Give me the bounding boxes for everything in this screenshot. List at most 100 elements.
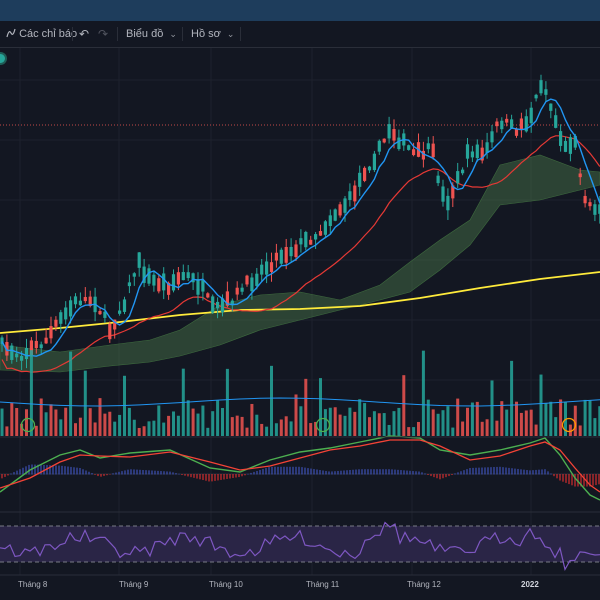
- macd-hist-bar: [226, 474, 228, 479]
- macd-hist-bar: [139, 469, 141, 475]
- candle-body: [568, 137, 572, 154]
- volume-bar: [461, 421, 465, 436]
- volume-bar: [372, 411, 376, 436]
- candle-body: [152, 274, 156, 286]
- undo-button[interactable]: ↶: [79, 21, 89, 47]
- volume-bar: [29, 350, 33, 436]
- macd-hist-bar: [61, 465, 63, 475]
- macd-hist-bar: [55, 465, 57, 475]
- volume-bar: [69, 351, 73, 436]
- candle-body: [500, 120, 504, 130]
- volume-bar: [568, 424, 572, 436]
- macd-hist-bar: [67, 466, 69, 475]
- macd-hist-bar: [445, 474, 447, 478]
- volume-bar: [167, 415, 171, 436]
- candle-body: [544, 89, 548, 95]
- macd-hist-bar: [271, 466, 273, 475]
- macd-hist-bar: [100, 474, 102, 477]
- volume-bar: [225, 368, 229, 436]
- volume-bar: [230, 417, 234, 436]
- chart-canvas[interactable]: [0, 48, 600, 580]
- volume-bar: [83, 370, 87, 436]
- macd-hist-bar: [343, 470, 345, 475]
- macd-hist-bar: [124, 470, 126, 475]
- volume-bar: [147, 421, 151, 436]
- macd-hist-bar: [118, 471, 120, 475]
- macd-hist-bar: [436, 474, 438, 479]
- layout-menu-button[interactable]: Hồ sơ ⌄: [191, 21, 234, 47]
- candle-body: [377, 140, 381, 152]
- macd-hist-bar: [460, 471, 462, 475]
- volume-bar: [299, 406, 303, 436]
- x-axis-label: 2022: [521, 580, 539, 589]
- macd-hist-bar: [475, 467, 477, 475]
- macd-hist-bar: [142, 469, 144, 475]
- candle-body: [54, 319, 58, 327]
- candle-body: [34, 340, 38, 349]
- candle-body: [559, 131, 563, 146]
- candle-body: [441, 186, 445, 202]
- macd-hist-bar: [418, 471, 420, 475]
- candle-body: [534, 94, 538, 99]
- macd-histogram: [1, 464, 600, 487]
- candle-body: [118, 310, 122, 314]
- macd-hist-bar: [337, 470, 339, 475]
- macd-hist-bar: [346, 470, 348, 475]
- macd-hist-bar: [178, 473, 180, 475]
- chart-menu-button[interactable]: Biểu đồ ⌄: [126, 21, 177, 47]
- macd-hist-bar: [106, 474, 108, 476]
- x-axis-label: Tháng 8: [18, 580, 48, 589]
- volume-bar: [456, 398, 460, 436]
- macd-hist-bar: [172, 472, 174, 475]
- candle-body: [83, 297, 87, 302]
- candle-body: [490, 131, 494, 143]
- macd-hist-bar: [160, 471, 162, 475]
- candle-body: [363, 167, 367, 181]
- macd-hist-bar: [487, 467, 489, 475]
- volume-bar: [206, 427, 210, 436]
- volume-bar: [431, 409, 435, 436]
- candle-body: [147, 268, 151, 284]
- candle-body: [328, 215, 332, 227]
- candle-body: [505, 118, 509, 123]
- macd-hist-bar: [382, 469, 384, 475]
- x-axis-label: Tháng 11: [306, 580, 340, 589]
- macd-hist-bar: [472, 467, 474, 475]
- macd-hist-bar: [235, 474, 237, 478]
- candle-body: [348, 191, 352, 200]
- macd-hist-bar: [151, 470, 153, 475]
- volume-bar: [397, 407, 401, 436]
- candle-body: [446, 195, 450, 211]
- candle-body: [323, 221, 327, 235]
- candle-body: [495, 121, 499, 127]
- redo-button[interactable]: ↷: [98, 21, 108, 47]
- candle-body: [201, 280, 205, 292]
- candle-body: [367, 166, 372, 171]
- macd-hist-bar: [76, 467, 78, 475]
- macd-hist-bar: [421, 472, 423, 475]
- macd-hist-bar: [58, 465, 60, 475]
- macd-hist-bar: [91, 473, 93, 475]
- macd-hist-bar: [514, 468, 516, 475]
- macd-hist-bar: [190, 474, 192, 478]
- macd-hist-bar: [541, 469, 543, 475]
- chevron-down-icon: ⌄: [169, 29, 177, 39]
- indicators-button[interactable]: Các chỉ báo: [6, 21, 77, 47]
- volume-bar: [441, 410, 445, 436]
- volume-bar: [348, 407, 352, 436]
- macd-hist-bar: [166, 471, 168, 475]
- macd-hist-bar: [571, 474, 573, 486]
- volume-bar: [113, 421, 117, 436]
- candle-body: [431, 143, 435, 158]
- macd-hist-bar: [184, 474, 186, 476]
- macd-hist-bar: [163, 471, 165, 475]
- candle-body: [465, 144, 470, 159]
- volume-bar: [480, 421, 484, 436]
- macd-hist-bar: [85, 470, 87, 475]
- macd-hist-bar: [547, 471, 549, 475]
- macd-hist-bar: [406, 470, 408, 475]
- volume-bar: [539, 374, 543, 436]
- candle-body: [387, 124, 391, 139]
- macd-hist-bar: [133, 469, 135, 475]
- macd-hist-bar: [424, 473, 426, 475]
